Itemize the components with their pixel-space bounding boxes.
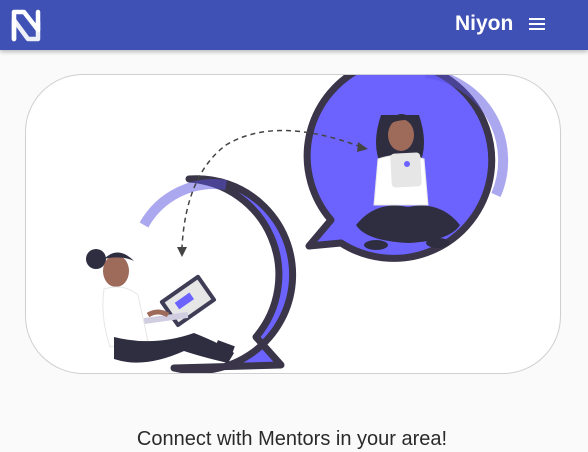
brand-name[interactable]: Niyon xyxy=(455,12,513,36)
niyon-logo-icon[interactable] xyxy=(9,8,43,42)
hamburger-menu-icon[interactable] xyxy=(527,14,547,34)
hero-tagline: Connect with Mentors in your area! xyxy=(136,428,448,450)
person-with-laptop xyxy=(86,249,235,363)
hero-card xyxy=(25,74,561,374)
mentor-connection-illustration xyxy=(86,75,509,373)
app-header: Niyon xyxy=(0,0,588,50)
